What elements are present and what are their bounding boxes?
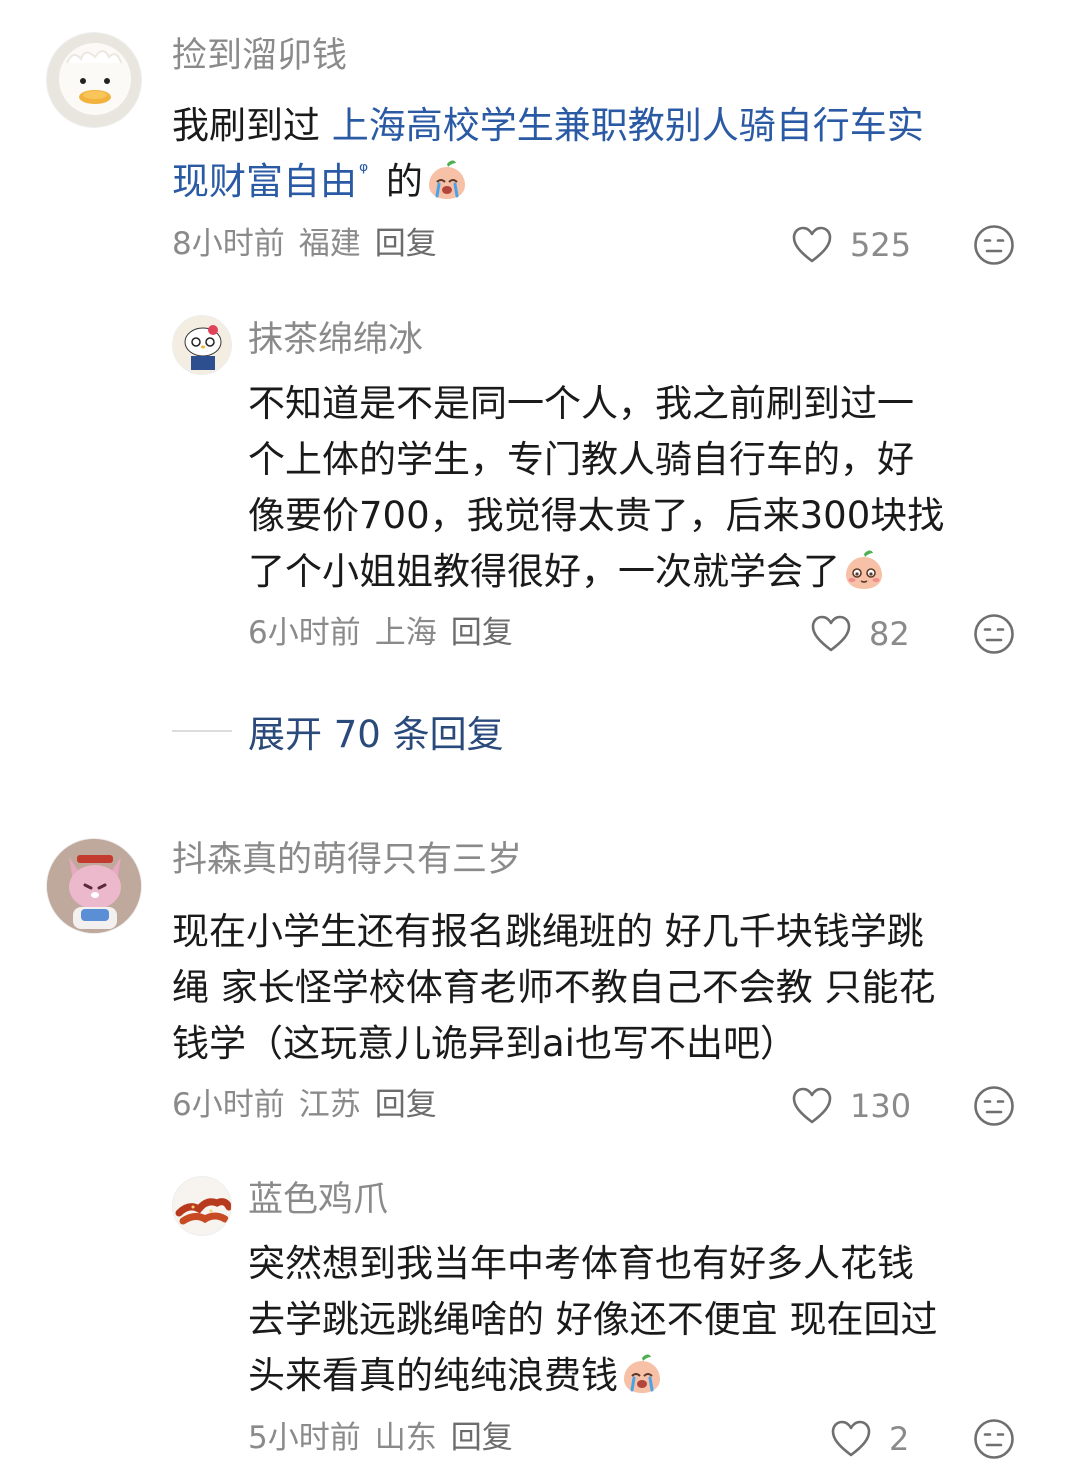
timestamp: 8小时前 (172, 226, 285, 262)
avatar[interactable] (46, 32, 142, 128)
like-button[interactable]: 525 (792, 225, 911, 265)
reply-button[interactable]: 回复 (451, 615, 513, 651)
heart-outline-icon (792, 226, 832, 264)
comment-item: 抖森真的萌得只有三岁 现在小学生还有报名跳绳班的 好几千块钱学跳 绳 家长怪学校… (0, 820, 1079, 1160)
username[interactable]: 抹茶绵绵冰 (248, 320, 423, 360)
comment-text-line: 现在小学生还有报名跳绳班的 好几千块钱学跳 (172, 910, 924, 953)
reply-text-line: 像要价700，我觉得太贵了，后来300块找 (248, 494, 945, 537)
avatar[interactable] (46, 838, 142, 934)
search-link[interactable]: 上海高校学生兼职教别人骑自行车实 (332, 104, 924, 147)
reply-text-line: 个上体的学生，专门教人骑自行车的，好 (248, 438, 914, 481)
like-count: 2 (889, 1420, 910, 1458)
username[interactable]: 抖森真的萌得只有三岁 (172, 840, 522, 880)
reply-button[interactable]: 回复 (375, 1087, 437, 1123)
comment-meta: 6小时前 江苏 回复 (172, 1085, 451, 1125)
reply-text: 不知道是不是同一个人，我之前刷到过一 个上体的学生，专门教人骑自行车的，好 像要… (248, 376, 944, 600)
like-button[interactable]: 2 (831, 1419, 909, 1459)
comment-text-line: 绳 家长怪学校体育老师不教自己不会教 只能花 (172, 966, 936, 1009)
meh-face-icon[interactable] (973, 224, 1015, 266)
divider-line (172, 730, 232, 732)
timestamp: 5小时前 (248, 1420, 361, 1456)
like-count: 82 (869, 615, 910, 653)
username[interactable]: 捡到溜卯钱 (172, 36, 347, 76)
timestamp: 6小时前 (172, 1087, 285, 1123)
reply-text-line: 去学跳远跳绳啥的 好像还不便宜 现在回过 (248, 1298, 938, 1341)
hello-kitty-avatar-icon (173, 316, 231, 374)
comment-text: 现在小学生还有报名跳绳班的 好几千块钱学跳 绳 家长怪学校体育老师不教自己不会教… (172, 904, 936, 1072)
like-button[interactable]: 82 (811, 614, 910, 654)
reply-button[interactable]: 回复 (375, 226, 437, 262)
reply-text-line: 头来看真的纯纯浪费钱 (248, 1354, 618, 1397)
location: 福建 (298, 226, 361, 262)
shy-peach-emoji-icon (842, 548, 886, 592)
comment-text-plain: 的 (374, 160, 423, 203)
duck-avatar-icon (47, 33, 141, 127)
reply-text-line: 不知道是不是同一个人，我之前刷到过一 (248, 382, 914, 425)
meh-face-icon[interactable] (973, 1085, 1015, 1127)
search-link-continued[interactable]: 现财富自由 (172, 160, 357, 203)
comment-text-line: 钱学（这玩意儿诡异到ai也写不出吧） (172, 1022, 797, 1065)
reply-meta: 6小时前 上海 回复 (248, 613, 527, 653)
heart-outline-icon (792, 1087, 832, 1125)
comment-meta: 8小时前 福建 回复 (172, 224, 451, 264)
meh-face-icon[interactable] (973, 613, 1015, 655)
location: 上海 (374, 615, 437, 651)
reply-text-line: 了个小姐姐教得很好，一次就学会了 (248, 550, 840, 593)
comment-text: 我刷到过 上海高校学生兼职教别人骑自行车实 现财富自由ᵠ 的 (172, 98, 924, 210)
search-icon[interactable]: ᵠ (359, 154, 368, 190)
reply-text-line: 突然想到我当年中考体育也有好多人花钱 (248, 1242, 914, 1285)
timestamp: 6小时前 (248, 615, 361, 651)
crying-peach-emoji-icon (620, 1352, 664, 1396)
chicken-feet-avatar-icon (173, 1177, 231, 1235)
heart-outline-icon (811, 615, 851, 653)
reply-text: 突然想到我当年中考体育也有好多人花钱 去学跳远跳绳啥的 好像还不便宜 现在回过 … (248, 1236, 938, 1404)
location: 江苏 (298, 1087, 361, 1123)
comment-item: 捡到溜卯钱 我刷到过 上海高校学生兼职教别人骑自行车实 现财富自由ᵠ 的 8小时… (0, 0, 1079, 300)
plush-fox-avatar-icon (47, 839, 141, 933)
avatar[interactable] (172, 315, 232, 375)
reply-button[interactable]: 回复 (451, 1420, 513, 1456)
comment-text-plain: 我刷到过 (172, 104, 332, 147)
expand-replies-label: 展开 70 条回复 (248, 713, 504, 756)
crying-peach-emoji-icon (425, 158, 469, 202)
location: 山东 (374, 1420, 437, 1456)
heart-outline-icon (831, 1420, 871, 1458)
like-count: 525 (850, 226, 912, 264)
reply-item: 抹茶绵绵冰 不知道是不是同一个人，我之前刷到过一 个上体的学生，专门教人骑自行车… (0, 300, 1079, 680)
like-button[interactable]: 130 (792, 1086, 911, 1126)
reply-item: 蓝色鸡爪 突然想到我当年中考体育也有好多人花钱 去学跳远跳绳啥的 好像还不便宜 … (0, 1160, 1079, 1467)
meh-face-icon[interactable] (973, 1418, 1015, 1460)
reply-meta: 5小时前 山东 回复 (248, 1418, 527, 1458)
username[interactable]: 蓝色鸡爪 (248, 1180, 388, 1220)
expand-replies-button[interactable]: 展开 70 条回复 (172, 704, 504, 758)
avatar[interactable] (172, 1176, 232, 1236)
like-count: 130 (850, 1087, 912, 1125)
